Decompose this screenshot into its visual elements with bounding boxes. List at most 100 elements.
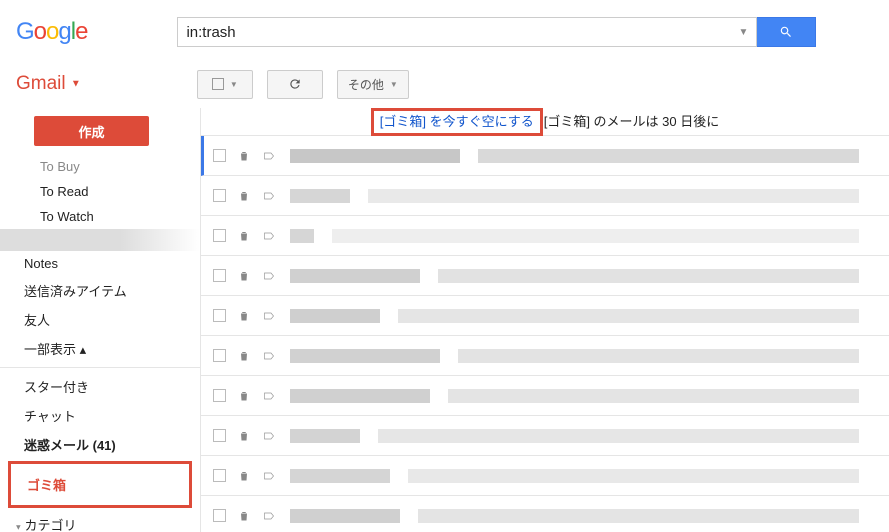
sidebar-trash-highlight: ゴミ箱 — [8, 461, 192, 508]
trash-icon — [238, 389, 250, 403]
mail-row[interactable] — [201, 496, 889, 532]
divider — [0, 367, 200, 368]
sender-placeholder — [290, 229, 314, 243]
search-icon — [779, 25, 793, 39]
sidebar-item-spam[interactable]: 迷惑メール (41) — [0, 430, 200, 459]
sidebar-item-chat[interactable]: チャット — [0, 401, 200, 430]
search-box[interactable]: ▼ — [177, 17, 757, 47]
sender-placeholder — [290, 469, 390, 483]
compose-button[interactable]: 作成 — [34, 116, 149, 146]
more-button[interactable]: その他 ▼ — [337, 70, 409, 99]
row-checkbox[interactable] — [213, 509, 226, 522]
subject-placeholder — [438, 269, 859, 283]
sidebar-item-starred[interactable]: スター付き — [0, 372, 200, 401]
row-checkbox[interactable] — [213, 269, 226, 282]
google-logo[interactable]: Google — [16, 18, 87, 46]
trash-banner: [ゴミ箱] を今すぐ空にする[ゴミ箱] のメールは 30 日後に — [201, 108, 889, 136]
sidebar-item-tobuy[interactable]: To Buy — [0, 154, 200, 179]
search-button[interactable] — [756, 17, 816, 47]
chevron-down-icon: ▼ — [230, 80, 238, 89]
subject-placeholder — [398, 309, 859, 323]
trash-icon — [238, 149, 250, 163]
row-checkbox[interactable] — [213, 469, 226, 482]
row-checkbox[interactable] — [213, 429, 226, 442]
row-checkbox[interactable] — [213, 189, 226, 202]
row-checkbox[interactable] — [213, 349, 226, 362]
mail-row[interactable] — [201, 296, 889, 336]
mail-list — [201, 136, 889, 532]
label-icon — [262, 150, 276, 162]
sidebar-item-label: 友人 — [24, 313, 50, 328]
label-icon — [262, 510, 276, 522]
label-icon — [262, 470, 276, 482]
banner-text: [ゴミ箱] のメールは 30 日後に — [544, 114, 720, 129]
sidebar-item-friends[interactable]: 友人 — [0, 305, 200, 334]
sidebar-item-label: 一部表示 — [24, 342, 76, 357]
mail-row[interactable] — [201, 176, 889, 216]
subject-placeholder — [408, 469, 859, 483]
trash-icon — [238, 229, 250, 243]
mail-row[interactable] — [201, 136, 889, 176]
subject-placeholder — [448, 389, 859, 403]
trash-icon — [238, 269, 250, 283]
refresh-icon — [288, 77, 302, 91]
sender-placeholder — [290, 189, 350, 203]
trash-icon — [238, 429, 250, 443]
row-checkbox[interactable] — [213, 309, 226, 322]
mail-row[interactable] — [201, 216, 889, 256]
gmail-label-text: Gmail — [16, 73, 66, 94]
sender-placeholder — [290, 349, 440, 363]
label-icon — [262, 310, 276, 322]
trash-icon — [238, 349, 250, 363]
row-checkbox[interactable] — [213, 149, 226, 162]
sidebar-item-notes[interactable]: Notes — [0, 251, 200, 276]
sender-placeholder — [290, 269, 420, 283]
select-all-button[interactable]: ▼ — [197, 70, 253, 99]
sidebar-show-toggle[interactable]: 一部表示 ▴ — [0, 334, 200, 363]
header: Google ▼ — [0, 0, 889, 60]
sidebar-item-trash[interactable]: ゴミ箱 — [11, 470, 189, 499]
main: 作成 To Buy To Read To Watch Notes 送信済みアイテ… — [0, 108, 889, 532]
sender-placeholder — [290, 509, 400, 523]
subject-placeholder — [478, 149, 859, 163]
content: [ゴミ箱] を今すぐ空にする[ゴミ箱] のメールは 30 日後に — [200, 108, 889, 532]
mail-row[interactable] — [201, 336, 889, 376]
subject-placeholder — [368, 189, 859, 203]
sidebar: 作成 To Buy To Read To Watch Notes 送信済みアイテ… — [0, 108, 200, 532]
label-icon — [262, 270, 276, 282]
empty-trash-link[interactable]: [ゴミ箱] を今すぐ空にする — [371, 108, 543, 136]
row-checkbox[interactable] — [213, 229, 226, 242]
mail-row[interactable] — [201, 256, 889, 296]
subject-placeholder — [378, 429, 859, 443]
trash-icon — [238, 309, 250, 323]
subject-placeholder — [458, 349, 859, 363]
chevron-down-icon: ▼ — [390, 80, 398, 89]
refresh-button[interactable] — [267, 70, 323, 99]
checkbox-icon — [212, 78, 224, 90]
trash-icon — [238, 189, 250, 203]
sub-header: Gmail ▼ ▼ その他 ▼ — [0, 60, 889, 108]
search-container: ▼ — [177, 17, 873, 47]
sender-placeholder — [290, 429, 360, 443]
search-input[interactable] — [186, 24, 738, 41]
more-label: その他 — [348, 76, 384, 93]
label-icon — [262, 230, 276, 242]
search-dropdown-icon[interactable]: ▼ — [739, 27, 749, 38]
mail-row[interactable] — [201, 456, 889, 496]
sidebar-item-category[interactable]: カテゴリ — [0, 510, 200, 532]
gmail-menu[interactable]: Gmail ▼ — [16, 73, 81, 95]
label-icon — [262, 390, 276, 402]
sender-placeholder — [290, 149, 460, 163]
sender-placeholder — [290, 389, 430, 403]
mail-row[interactable] — [201, 416, 889, 456]
sidebar-item-sent[interactable]: 送信済みアイテム — [0, 276, 200, 305]
label-icon — [262, 430, 276, 442]
sidebar-item-toread[interactable]: To Read — [0, 179, 200, 204]
sidebar-item-towatch[interactable]: To Watch — [0, 204, 200, 229]
label-icon — [262, 190, 276, 202]
sidebar-item-redacted[interactable] — [0, 229, 200, 251]
row-checkbox[interactable] — [213, 389, 226, 402]
mail-row[interactable] — [201, 376, 889, 416]
trash-icon — [238, 509, 250, 523]
toolbar: ▼ その他 ▼ — [197, 70, 409, 99]
